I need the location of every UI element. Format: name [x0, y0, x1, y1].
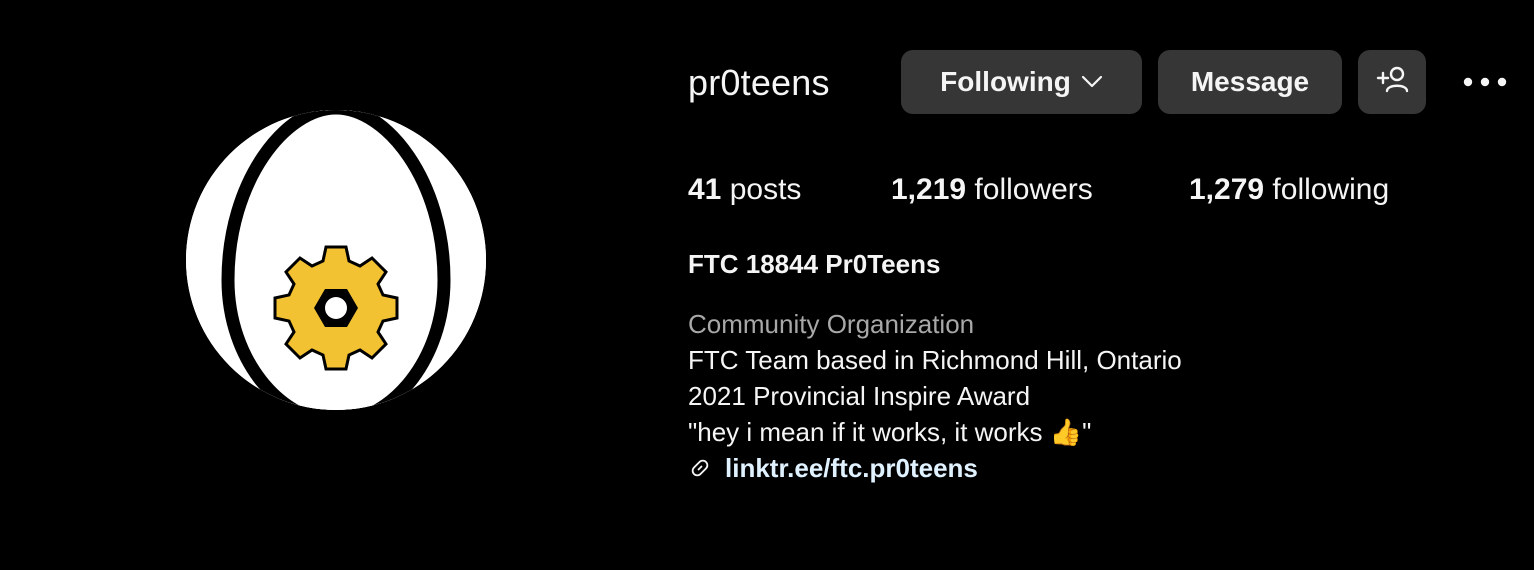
- message-button-label: Message: [1190, 66, 1310, 97]
- profile-category: Community Organization: [688, 309, 975, 339]
- stat-posts: 41 posts: [688, 170, 801, 210]
- profile-avatar[interactable]: [186, 110, 486, 410]
- stat-followers[interactable]: 1,219 followers: [891, 170, 1093, 210]
- profile-link-row: linktr.ee/ftc.pr0teens: [688, 450, 1182, 486]
- message-button[interactable]: Message: [1158, 50, 1342, 114]
- posts-label: posts: [729, 173, 802, 206]
- add-user-icon: [1375, 65, 1409, 100]
- profile-external-link[interactable]: linktr.ee/ftc.pr0teens: [725, 450, 978, 486]
- stat-following[interactable]: 1,279 following: [1189, 170, 1389, 210]
- bio-line-1: FTC Team based in Richmond Hill, Ontario: [688, 345, 1182, 375]
- link-icon: [688, 456, 712, 480]
- followers-label: followers: [974, 173, 1093, 206]
- egg-gear-logo: [186, 110, 486, 410]
- following-button[interactable]: Following: [901, 50, 1142, 114]
- profile-bio: Community Organization FTC Team based in…: [688, 306, 1182, 486]
- bio-line-2: 2021 Provincial Inspire Award: [688, 381, 1031, 411]
- following-button-label: Following: [940, 66, 1071, 97]
- following-count: 1,279: [1189, 173, 1265, 206]
- bio-line-3: "hey i mean if it works, it works 👍": [688, 417, 1092, 447]
- profile-full-name: FTC 18844 Pr0Teens: [688, 249, 941, 279]
- following-label: following: [1272, 173, 1390, 206]
- profile-username: pr0teens: [688, 62, 830, 103]
- posts-count: 41: [688, 173, 722, 206]
- suggested-users-button[interactable]: [1358, 50, 1426, 114]
- chevron-down-icon: [1081, 75, 1103, 89]
- more-options-icon[interactable]: [1458, 62, 1512, 102]
- followers-count: 1,219: [891, 173, 967, 206]
